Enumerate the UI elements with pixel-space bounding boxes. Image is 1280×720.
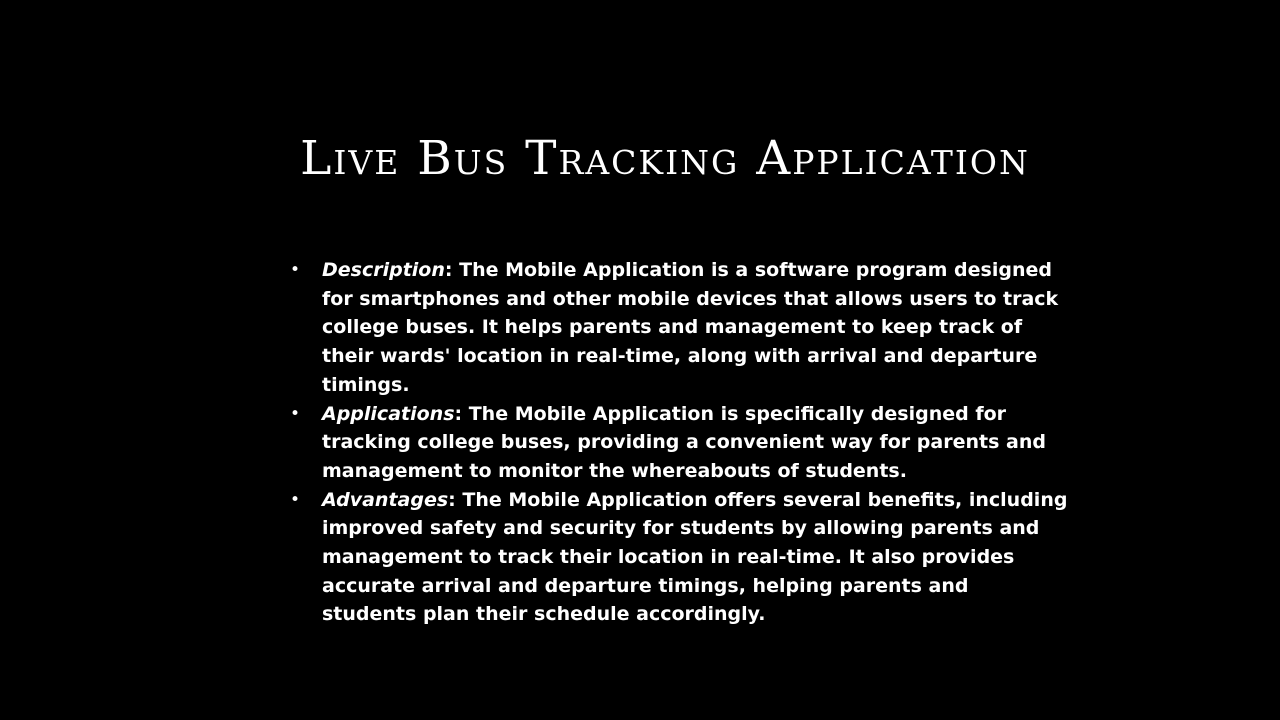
- bullet-list: • Description: The Mobile Application is…: [288, 256, 1068, 629]
- bullet-icon: •: [290, 489, 301, 510]
- bullet-term: Applications: [322, 402, 455, 425]
- bullet-term: Description: [322, 259, 445, 281]
- bullet-icon: •: [290, 260, 301, 280]
- bullet-item-description: • Description: The Mobile Application is…: [288, 256, 1068, 400]
- bullet-icon: •: [290, 403, 301, 424]
- bullet-item-applications: • Applications: The Mobile Application i…: [288, 400, 1068, 486]
- bullet-item-advantages: • Advantages: The Mobile Application off…: [288, 486, 1068, 630]
- slide: Live Bus Tracking Application • Descript…: [0, 0, 1280, 720]
- slide-content: • Description: The Mobile Application is…: [288, 256, 1068, 629]
- bullet-term: Advantages: [322, 488, 449, 511]
- slide-title: Live Bus Tracking Application: [300, 131, 1030, 186]
